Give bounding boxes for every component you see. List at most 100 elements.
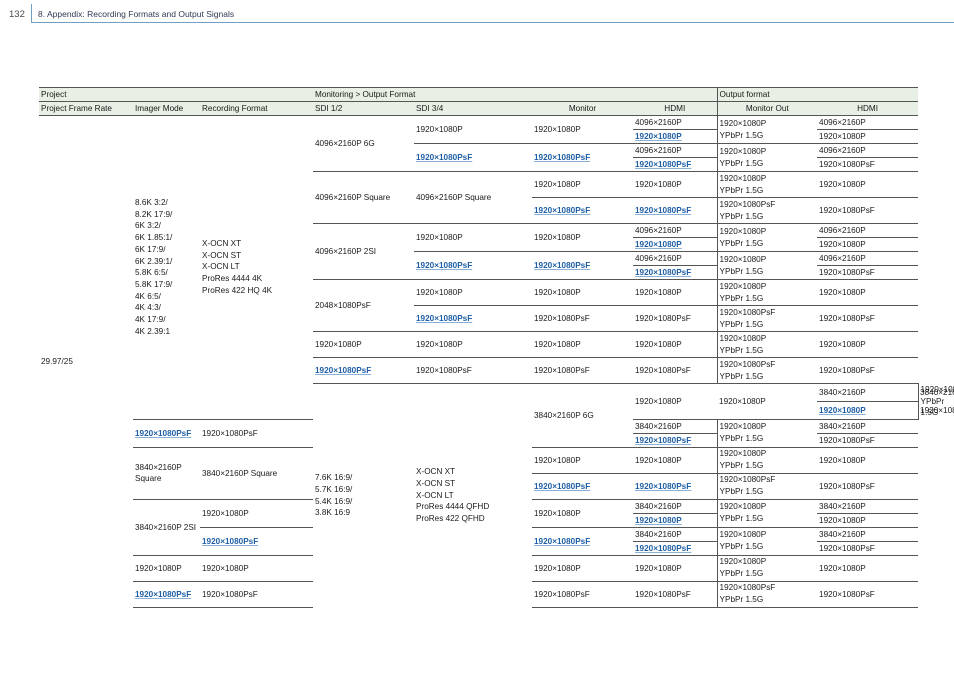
col-hdmi-out: HDMI: [817, 101, 919, 116]
highlighted-value: 1920×1080PsF: [534, 206, 591, 215]
cell-line: YPbPr 1.5G: [719, 211, 764, 221]
highlighted-value: 1920×1080PsF: [534, 153, 591, 162]
cell-line: 8.6K 3:2/: [135, 198, 168, 208]
monitor-cell: 1920×1080PsF: [532, 580, 633, 608]
output-format-table: Project Monitoring > Output Format Outpu…: [39, 87, 954, 608]
monitor-cell: 1920×1080PsF: [200, 418, 313, 448]
hdmi-out-cell: 4096×2160P: [817, 115, 919, 130]
sdi12-cell: 4096×2160P 2SI: [313, 223, 414, 280]
hdmi-out-cell: 4096×2160P: [817, 223, 919, 238]
monitor-cell: 1920×1080P: [532, 223, 633, 252]
highlighted-value: 1920×1080PsF: [135, 428, 192, 438]
sdi12-cell: 3840×2160P 2SI: [133, 498, 200, 556]
sdi12-cell: 1920×1080PsF: [133, 580, 200, 608]
monitor-cell: 1920×1080P: [532, 498, 633, 528]
page-number: 132: [9, 9, 25, 20]
hdmi-out-cell: 1920×1080P: [817, 446, 919, 474]
cell-line: 5.8K 17:9/: [135, 280, 173, 289]
highlighted-value: 1920×1080P: [819, 405, 866, 415]
cell-line: YPbPr 1.5G: [719, 266, 764, 276]
hdmi-cell: 1920×1080P: [633, 129, 718, 144]
hdmi-cell: 3840×2160P: [633, 418, 718, 434]
cell-line: 1920×1080P: [719, 281, 767, 291]
monitor-cell: 1920×1080PsF: [532, 143, 633, 172]
hdmi-cell: 1920×1080P: [633, 554, 718, 582]
imager-mode-cell: 8.6K 3:2/8.2K 17:9/6K 3:2/6K 1.85:1/6K 1…: [133, 115, 200, 420]
cell-line: 6K 3:2/: [135, 221, 161, 231]
highlighted-value: 1920×1080PsF: [635, 160, 692, 169]
sdi34-cell: 1920×1080PsF: [414, 357, 532, 384]
cell-line: X-OCN ST: [202, 250, 242, 260]
sdi34-cell: 1920×1080P: [200, 554, 313, 582]
sdi34-cell: 1920×1080PsF: [133, 418, 200, 448]
cell-line: 5.4K 16:9/: [315, 496, 353, 506]
cell-line: YPbPr 1.5G: [719, 595, 764, 605]
cell-line: 1920×1080PsF: [719, 307, 776, 317]
hdmi-out-cell: 1920×1080P: [817, 512, 919, 528]
cell-line: 6K 1.85:1/: [135, 233, 173, 243]
sdi12-cell: 1920×1080P: [313, 331, 414, 358]
col-monitor: Monitor: [532, 101, 633, 116]
hdmi-cell: 1920×1080P: [633, 171, 718, 198]
cell-line: 6K 2.39:1/: [135, 256, 173, 266]
col-sdi34: SDI 3/4: [414, 101, 532, 116]
sdi34-cell: 1920×1080P: [414, 115, 532, 144]
cell-line: ProRes 4444 4K: [202, 274, 263, 284]
cell-line: 7.6K 16:9/: [315, 473, 353, 483]
cell-line: 1920×1080PsF: [719, 199, 776, 209]
table-row: 29.97/25 8.6K 3:2/8.2K 17:9/6K 3:2/6K 1.8…: [39, 115, 919, 608]
hdmi-cell: 1920×1080PsF: [633, 357, 718, 384]
cell-line: X-OCN LT: [202, 262, 240, 272]
hdmi-cell: 1920×1080P: [633, 446, 718, 474]
cell-line: 1920×1080P: [719, 557, 767, 567]
hdmi-out-cell: 4096×2160P: [817, 143, 919, 158]
hdmi-out-cell: 1920×1080PsF: [817, 197, 919, 224]
hdmi-out-cell: 1920×1080P: [817, 554, 919, 582]
hdmi-out-cell: 3840×2160P: [817, 418, 919, 434]
cell-line: YPbPr 1.5G: [719, 319, 764, 329]
monitor-cell: 1920×1080PsF: [532, 251, 633, 280]
hdmi-cell: 1920×1080P: [817, 400, 919, 420]
hdmi-cell: 1920×1080PsF: [633, 472, 718, 500]
sdi34-cell: 1920×1080PsF: [414, 305, 532, 332]
highlighted-value: 1920×1080PsF: [635, 268, 692, 277]
hdmi-cell: 4096×2160P: [633, 223, 718, 238]
sdi34-cell: 1920×1080PsF: [414, 251, 532, 280]
recording-format-cell: X-OCN XT X-OCN ST X-OCN LT ProRes 4444 QFHD…: [414, 383, 532, 608]
highlighted-value: 1920×1080PsF: [534, 261, 591, 270]
hdmi-out-cell: 1920×1080PsF: [817, 472, 919, 500]
monitor-cell: 1920×1080PsF: [532, 305, 633, 332]
cell-line: 1920×1080PsF: [719, 359, 776, 369]
recording-format-cell: X-OCN XT X-OCN ST X-OCN LT ProRes 4444 4K Pr…: [200, 115, 313, 420]
cell-line: 6K 17:9/: [135, 244, 166, 254]
sdi34-cell: 1920×1080P: [414, 279, 532, 306]
monitor-out-cell: 1920×1080PsF YPbPr 1.5G: [716, 472, 818, 500]
hdmi-cell: 1920×1080PsF: [633, 305, 718, 332]
cell-line: 4K 2.39:1: [135, 326, 171, 336]
hdmi-out-cell: 3840×2160P: [817, 526, 919, 542]
monitor-cell: 1920×1080PsF: [532, 472, 633, 500]
sdi34-cell: 1920×1080P: [414, 331, 532, 358]
highlighted-value: 1920×1080P: [635, 240, 682, 249]
sdi12-cell: 1920×1080PsF: [313, 357, 414, 384]
col-frame-rate: Project Frame Rate: [39, 101, 133, 116]
cell-line: 1920×1080P: [719, 502, 767, 512]
cell-line: 1920×1080PsF: [719, 583, 776, 593]
hdmi-cell: 3840×2160P: [817, 383, 919, 402]
monitor-cell: 1920×1080PsF: [532, 197, 633, 224]
highlighted-value: 1920×1080PsF: [635, 435, 692, 445]
cell-line: 1920×1080P: [719, 449, 767, 459]
cell-line: YPbPr 1.5G: [719, 514, 764, 524]
sdi12-cell: 3840×2160P 6G: [532, 383, 633, 448]
monitor-cell: 1920×1080PsF: [532, 526, 633, 556]
highlighted-value: 1920×1080PsF: [202, 536, 259, 546]
hdmi-cell: 1920×1080PsF: [633, 432, 718, 448]
hdmi-cell: 1920×1080PsF: [633, 540, 718, 556]
hdmi-out-cell: 1920×1080PsF: [817, 432, 919, 448]
sdi34-cell: 1920×1080PsF: [414, 143, 532, 172]
col-hdmi: HDMI: [633, 101, 718, 116]
cell-line: 1920×1080P: [719, 530, 767, 540]
monitor-cell: 1920×1080P: [717, 383, 818, 420]
hdmi-out-cell: 3840×2160P: [817, 498, 919, 514]
highlighted-value: 1920×1080P: [635, 132, 682, 141]
